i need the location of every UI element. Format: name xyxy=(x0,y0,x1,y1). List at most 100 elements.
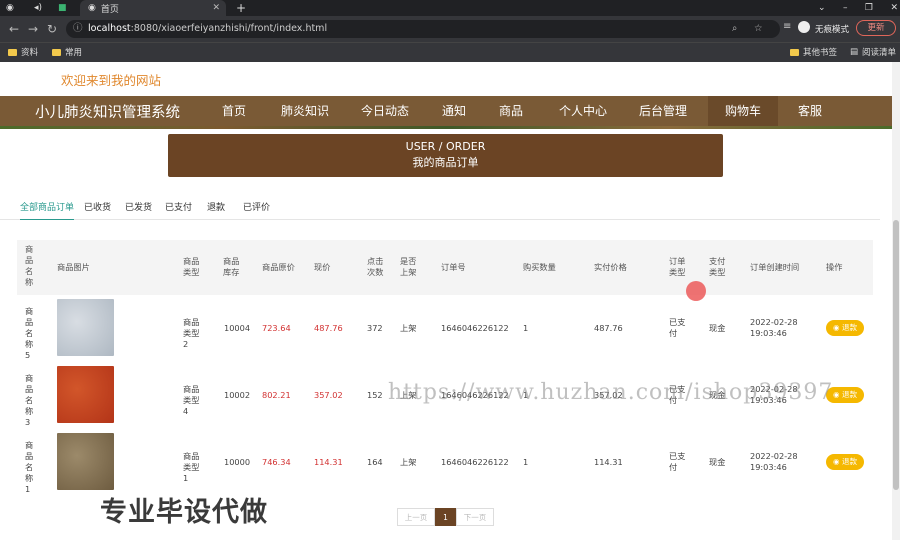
tab-favicon-1[interactable]: ◉ xyxy=(6,0,26,16)
tab-reviewed[interactable]: 已评价 xyxy=(243,200,270,213)
row-price: 114.31 xyxy=(314,456,343,467)
table-row: 商品名称5 商品类型2 10004 723.64 487.76 372 上架 16460462… xyxy=(17,295,873,361)
star-icon[interactable]: ☆ xyxy=(754,20,763,38)
zoom-icon[interactable]: ⌕ xyxy=(732,20,737,38)
tab-paid[interactable]: 已支付 xyxy=(165,200,192,213)
other-bookmarks[interactable]: 其他书签 xyxy=(790,46,837,58)
update-button[interactable]: 更新 xyxy=(856,20,896,36)
bookmarks-bar: 资料 常用 其他书签 ▤ 阅读清单 xyxy=(0,42,900,62)
reload-icon[interactable]: ↻ xyxy=(47,22,57,36)
row-stock: 10000 xyxy=(224,456,251,467)
page-content: 欢迎来到我的网站 小儿肺炎知识管理系统 首页 肺炎知识 今日动态 通知 商品 个… xyxy=(0,62,892,540)
nav-service[interactable]: 客服 xyxy=(788,96,832,126)
window-close-icon[interactable]: ✕ xyxy=(890,3,898,13)
folder-icon xyxy=(8,48,17,56)
chevron-down-icon[interactable]: ⌄ xyxy=(818,3,826,13)
row-type: 商品类型4 xyxy=(183,384,200,416)
page-1-button[interactable]: 1 xyxy=(435,508,456,526)
th-order-no: 订单号 xyxy=(441,262,466,272)
row-clicks: 152 xyxy=(367,389,383,400)
refund-button[interactable]: ◉ 退款 xyxy=(826,320,864,336)
tab-received[interactable]: 已收货 xyxy=(84,200,111,213)
next-page-button[interactable]: 下一页 xyxy=(456,508,494,526)
tab-audio-icon[interactable]: ◂) xyxy=(34,0,54,16)
reading-list[interactable]: ▤ 阅读清单 xyxy=(850,46,896,58)
bookmark-folder-1[interactable]: 资料 xyxy=(8,46,38,58)
refund-icon: ◉ xyxy=(833,323,842,332)
tab-active[interactable]: ◉ 首页 ✕ xyxy=(80,0,226,16)
row-orig-price: 802.21 xyxy=(262,389,291,400)
row-paid: 114.31 xyxy=(594,456,623,467)
row-orig-price: 723.64 xyxy=(262,322,291,333)
row-stock: 10004 xyxy=(224,322,251,333)
bookmark-folder-2[interactable]: 常用 xyxy=(52,46,82,58)
refund-label: 退款 xyxy=(841,457,857,466)
nav-home[interactable]: 首页 xyxy=(212,96,256,126)
incognito-icon xyxy=(798,21,810,33)
close-icon[interactable]: ✕ xyxy=(212,3,220,13)
row-order-no: 1646046226122 xyxy=(441,322,509,333)
tab-all-orders[interactable]: 全部商品订单 xyxy=(20,200,75,220)
tab-sheet-icon[interactable]: ■ xyxy=(58,0,72,16)
new-tab-button[interactable]: + xyxy=(236,0,248,16)
th-created: 订单创建时间 xyxy=(750,262,800,272)
th-type: 商品类型 xyxy=(183,256,200,277)
th-price: 现价 xyxy=(314,262,331,272)
nav-pneumonia-knowledge[interactable]: 肺炎知识 xyxy=(274,96,336,126)
back-icon[interactable]: ← xyxy=(9,22,19,36)
row-onsale: 上架 xyxy=(400,456,417,467)
nav-admin[interactable]: 后台管理 xyxy=(632,96,694,126)
th-action: 操作 xyxy=(826,262,843,272)
address-bar[interactable]: ⓘ localhost:8080/xiaoerfeiyanzhishi/fron… xyxy=(66,20,780,38)
pagination: 上一页 1 下一页 xyxy=(397,508,494,526)
reading-list-label: 阅读清单 xyxy=(862,48,897,58)
tab-title: 首页 xyxy=(100,4,119,15)
nav-notice[interactable]: 通知 xyxy=(434,96,474,126)
minimize-icon[interactable]: – xyxy=(843,3,848,13)
row-qty: 1 xyxy=(523,456,529,467)
th-paid: 实付价格 xyxy=(594,262,627,272)
product-image xyxy=(57,366,114,423)
bookmark-label: 资料 xyxy=(21,48,39,58)
url-path: :8080/xiaoerfeiyanzhishi/front/index.htm… xyxy=(130,23,328,34)
row-stock: 10002 xyxy=(224,389,251,400)
banner-subtitle: USER / ORDER xyxy=(405,140,486,153)
th-clicks: 点击次数 xyxy=(367,256,384,277)
th-onsale: 是否上架 xyxy=(400,256,417,277)
window-controls: ⌄ – ❐ ✕ xyxy=(818,0,898,16)
refund-button[interactable]: ◉ 退款 xyxy=(826,454,864,470)
tab-shipped[interactable]: 已发货 xyxy=(125,200,152,213)
main-navbar: 小儿肺炎知识管理系统 首页 肺炎知识 今日动态 通知 商品 个人中心 后台管理 … xyxy=(0,96,892,129)
scrollbar-thumb[interactable] xyxy=(893,220,899,490)
globe-icon: ◉ xyxy=(88,3,96,13)
reading-list-icon: ▤ xyxy=(850,47,859,57)
row-qty: 1 xyxy=(523,322,529,333)
watermark-text: https://www.huzhan.com/ishop39397 xyxy=(388,380,834,405)
prev-page-button[interactable]: 上一页 xyxy=(397,508,435,526)
welcome-text: 欢迎来到我的网站 xyxy=(61,73,162,88)
row-name: 商品名称5 xyxy=(25,306,34,360)
media-icon[interactable]: ≡ xyxy=(783,21,791,32)
table-header: 商品名称 商品图片 商品类型 商品库存 商品原价 现价 点击次数 是否上架 订单… xyxy=(17,240,873,295)
folder-icon xyxy=(790,48,799,56)
nav-products[interactable]: 商品 xyxy=(490,96,532,126)
url-host: localhost xyxy=(88,23,131,34)
restore-icon[interactable]: ❐ xyxy=(865,3,873,13)
nav-cart[interactable]: 购物车 xyxy=(708,96,778,126)
forward-icon[interactable]: → xyxy=(28,22,38,36)
row-pay-type: 现金 xyxy=(709,456,726,467)
row-price: 357.02 xyxy=(314,389,343,400)
tab-refund[interactable]: 退款 xyxy=(207,200,225,213)
site-title: 小儿肺炎知识管理系统 xyxy=(35,105,180,121)
th-name: 商品名称 xyxy=(25,244,34,287)
row-created: 2022-02-28 19:03:46 xyxy=(750,451,798,472)
row-orig-price: 746.34 xyxy=(262,456,291,467)
nav-today-news[interactable]: 今日动态 xyxy=(354,96,416,126)
row-clicks: 164 xyxy=(367,456,383,467)
th-stock: 商品库存 xyxy=(223,256,240,277)
bookmark-label: 常用 xyxy=(65,48,83,58)
other-bookmarks-label: 其他书签 xyxy=(803,48,838,58)
nav-user-center[interactable]: 个人中心 xyxy=(552,96,614,126)
row-type: 商品类型1 xyxy=(183,451,200,483)
refund-label: 退款 xyxy=(841,323,857,332)
